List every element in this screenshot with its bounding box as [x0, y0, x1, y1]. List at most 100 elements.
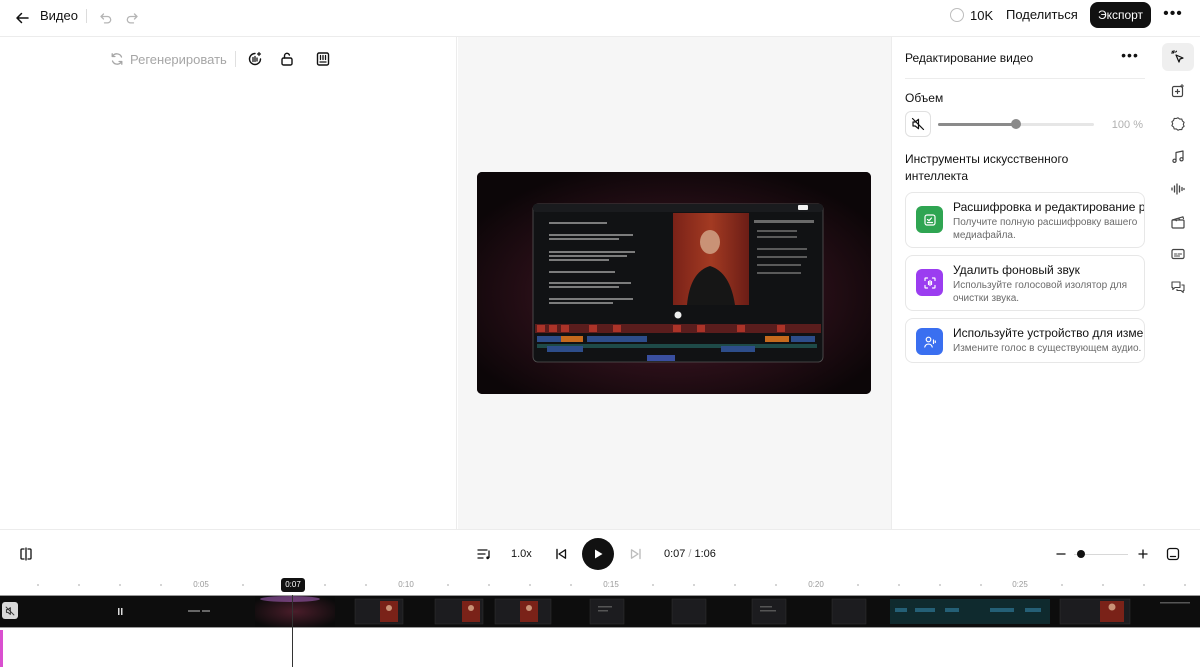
subtitles-icon[interactable] [313, 49, 333, 69]
ruler-tick [734, 584, 736, 586]
card-subtitle: Используйте голосовой изолятор для очист… [953, 280, 1128, 304]
transcript-icon [923, 213, 936, 226]
playback-controls: 1.0x 0:07/1:06 [0, 529, 1200, 577]
sidebar-item-scenes[interactable] [1162, 208, 1194, 236]
card-subtitle: Измените голос в существующем аудио. [953, 343, 1142, 354]
volume-slider-fill [938, 123, 1016, 126]
ruler-tick [652, 584, 654, 586]
card-icon-bg [916, 269, 943, 296]
panel-more-icon[interactable]: ••• [1120, 48, 1140, 65]
ruler-tick [570, 584, 572, 586]
tool-sidebar [1156, 37, 1200, 529]
ruler-tick [939, 584, 941, 586]
ruler-tick [1143, 584, 1145, 586]
redo-icon[interactable] [122, 8, 142, 28]
ruler-tick [1061, 584, 1063, 586]
ruler-tick [324, 584, 326, 586]
undo-icon[interactable] [96, 8, 116, 28]
sidebar-item-music[interactable] [1162, 143, 1194, 171]
volume-label: Объем [905, 91, 944, 105]
ruler-tick [119, 584, 121, 586]
back-arrow-icon[interactable] [12, 8, 32, 28]
fit-timeline-icon[interactable] [1163, 544, 1183, 564]
ai-tools-heading: Инструменты искусственного интеллекта [905, 152, 1069, 183]
credits-count: 10K [970, 8, 994, 23]
card-subtitle: Получите полную расшифровку вашего медиа… [953, 217, 1138, 241]
skip-forward-icon[interactable] [626, 544, 646, 564]
ruler-label: 0:15 [603, 580, 619, 589]
script-pane: Регенерировать [0, 37, 457, 529]
waveform-icon [1171, 183, 1185, 195]
ruler-tick [78, 584, 80, 586]
zoom-in-icon[interactable] [1134, 544, 1152, 564]
sidebar-item-edit[interactable] [1162, 43, 1194, 71]
duration: 1:06 [694, 548, 716, 560]
remove-background-sound-card[interactable]: Удалить фоновый звук Используйте голосов… [905, 255, 1145, 311]
sidebar-item-captions[interactable] [1162, 240, 1194, 268]
sidebar-item-media[interactable] [1162, 77, 1194, 105]
divider [235, 51, 236, 67]
voice-changer-card[interactable]: Используйте устройство для изменения гол… [905, 318, 1145, 363]
video-track[interactable] [0, 595, 1200, 628]
track-selection-marker [0, 630, 3, 667]
ruler-tick [693, 584, 695, 586]
regenerate-label: Регенерировать [130, 51, 227, 67]
ruler-tick [488, 584, 490, 586]
mute-button[interactable] [905, 111, 931, 137]
ruler-label: 0:25 [1012, 580, 1028, 589]
unlock-icon[interactable] [277, 49, 297, 69]
current-time: 0:07 [664, 548, 686, 560]
video-preview-area [458, 37, 891, 529]
timeline-ruler[interactable]: 0:05 0:10 0:15 0:20 0:25 0:07 [0, 577, 1200, 595]
sidebar-item-effects[interactable] [1162, 110, 1194, 138]
playback-speed-button[interactable]: 1.0x [511, 547, 532, 561]
top-bar: Видео 10K Поделиться Экспорт ••• [0, 0, 1200, 37]
track-thumbnails [0, 596, 1200, 627]
ruler-tick [160, 584, 162, 586]
play-button[interactable] [582, 538, 614, 570]
playhead-line[interactable] [292, 595, 293, 667]
layout-toggle-icon[interactable] [16, 544, 36, 564]
ruler-label: 0:20 [808, 580, 824, 589]
page-title: Видео [40, 8, 78, 23]
ruler-tick [242, 584, 244, 586]
divider [905, 78, 1145, 79]
volume-slider-thumb[interactable] [1011, 119, 1021, 129]
ruler-tick [529, 584, 531, 586]
volume-input[interactable] [1099, 115, 1143, 135]
card-icon-bg [916, 206, 943, 233]
divider [86, 9, 87, 23]
video-frame[interactable] [477, 172, 871, 394]
card-title: Расшифровка и редактирование речи [953, 200, 1145, 214]
card-title: Используйте устройство для изменения гол… [953, 326, 1144, 340]
speaker-muted-icon [911, 117, 925, 131]
voice-changer-icon [923, 336, 936, 348]
speaker-muted-icon [5, 606, 15, 615]
refresh-icon [111, 53, 123, 65]
share-button[interactable]: Поделиться [1000, 2, 1084, 28]
credits-icon [950, 8, 964, 22]
video-editing-panel: Редактирование видео ••• Объем Инструмен… [891, 37, 1156, 529]
track-mute-button[interactable] [2, 602, 18, 619]
skip-back-icon[interactable] [551, 544, 571, 564]
export-button[interactable]: Экспорт [1090, 2, 1151, 28]
volume-slider[interactable] [938, 119, 1094, 129]
transcript-card[interactable]: Расшифровка и редактирование речи Получи… [905, 192, 1145, 248]
ruler-label: 0:10 [398, 580, 414, 589]
timing-icon[interactable] [245, 49, 265, 69]
zoom-slider-thumb[interactable] [1077, 550, 1085, 558]
more-options-icon[interactable]: ••• [1163, 6, 1183, 24]
clapperboard-icon [1171, 216, 1185, 229]
playhead-time-badge[interactable]: 0:07 [281, 578, 305, 592]
sidebar-item-audio[interactable] [1162, 175, 1194, 203]
sidebar-item-comments[interactable] [1162, 273, 1194, 301]
badge-icon [1171, 117, 1185, 131]
ruler-tick [447, 584, 449, 586]
zoom-out-icon[interactable] [1052, 544, 1070, 564]
ruler-tick [775, 584, 777, 586]
timeline-empty-area [0, 628, 1200, 667]
playlist-icon[interactable] [474, 544, 494, 564]
regenerate-button[interactable]: Регенерировать [110, 50, 227, 68]
magic-cursor-icon [1170, 49, 1184, 63]
comments-icon [1171, 281, 1185, 294]
